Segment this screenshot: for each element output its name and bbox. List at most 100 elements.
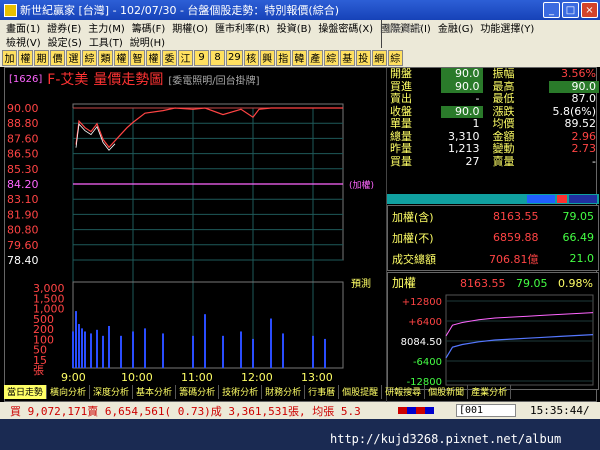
toolbar-button-12[interactable]: 9	[194, 49, 209, 66]
time-tick-label: 12:00	[241, 371, 273, 384]
index-value: 8163.55	[493, 210, 539, 223]
minimize-button[interactable]: _	[543, 2, 560, 18]
stock-desc-link[interactable]: [委電照明/回台掛牌]	[168, 72, 259, 87]
menu2-item-0[interactable]: 檢視(V)	[6, 34, 41, 49]
toolbar-button-24[interactable]: 綜	[387, 49, 403, 66]
toolbar-button-19[interactable]: 產	[307, 49, 323, 66]
toolbar-button-6[interactable]: 類	[98, 49, 113, 66]
menu-row-1: 畫面(1) 證券(E) 主力(M) 籌碼(F) 期權(O) 匯市利率(R) 投資(B) 操盤密…	[0, 20, 600, 355]
chart-header: [1626] F-艾美 量價走勢圖 [委電照明/回台掛牌]	[5, 68, 260, 90]
menu-item-7[interactable]: 操盤密碼(X)	[318, 20, 373, 35]
tab-6[interactable]: 財務分析	[262, 385, 306, 399]
quote-value: 3.56%	[561, 67, 596, 81]
menu-item-5[interactable]: 匯市利率(R)	[215, 20, 270, 35]
price-tick-label: 78.40	[7, 254, 39, 267]
quote-label: 單量	[390, 117, 412, 131]
toolbar-button-20[interactable]: 綜	[323, 49, 339, 66]
tab-5[interactable]: 技術分析	[219, 385, 263, 399]
quote-row: 開盤 90.0 振幅 3.56%	[387, 68, 599, 81]
price-tick-label: 83.10	[7, 193, 39, 206]
quote-label: 昨量	[390, 142, 412, 156]
bottom-tabs: 當日走勢 橫向分析 深度分析 基本分析 籌碼分析 技術分析 財務分析 行事曆 個股提醒 研報搜尋個…	[4, 385, 597, 399]
toolbar-button-14[interactable]: 29	[226, 49, 243, 66]
menu2-item-3[interactable]: 說明(H)	[130, 34, 165, 49]
tab-8[interactable]: 個股提醒	[339, 385, 383, 399]
mini-index-line	[445, 334, 594, 359]
toolbar-button-10[interactable]: 委	[162, 49, 177, 66]
time-tick-label: 10:00	[121, 371, 153, 384]
toolbar-button-15[interactable]: 核	[243, 49, 259, 66]
tab-9[interactable]: 研報搜尋	[382, 385, 426, 399]
tab-7[interactable]: 行事曆	[305, 385, 340, 399]
stock-code-input[interactable]: [001	[456, 404, 516, 417]
menu-item-0[interactable]: 畫面(1)	[6, 20, 40, 35]
toolbar-button-5[interactable]: 綜	[82, 49, 97, 66]
maximize-button[interactable]: □	[562, 2, 579, 18]
toolbar-button-17[interactable]: 指	[275, 49, 291, 66]
quote-label: 振幅	[492, 67, 515, 81]
quote-table: 開盤 90.0 振幅 3.56% 買進 90.0 最高 90.0 賣出 - 最低 87.0 收盤 90.0…	[387, 68, 599, 168]
quote-label: 最低	[492, 92, 515, 106]
title-bar: 新世紀贏家 [台灣] - 102/07/30 - 台盤個股走勢：特別報價(綜合)…	[0, 0, 600, 20]
menu-item-6[interactable]: 投資(B)	[277, 20, 312, 35]
mini-chart-change: 79.05	[516, 277, 548, 290]
toolbar-button-8[interactable]: 智	[130, 49, 145, 66]
toolbar-button-11[interactable]: 江	[178, 49, 193, 66]
toolbar-button-2[interactable]: 期	[34, 49, 49, 66]
toolbar-button-9[interactable]: 權	[146, 49, 161, 66]
tab-3[interactable]: 基本分析	[133, 385, 177, 399]
tab-4[interactable]: 籌碼分析	[176, 385, 220, 399]
toolbar-button-7[interactable]: 權	[114, 49, 129, 66]
tab-0[interactable]: 當日走勢	[4, 385, 48, 399]
index-change: 21.0	[569, 252, 595, 265]
watermark-url: http://kujd3268.pixnet.net/album	[330, 432, 562, 446]
toolbar-button-21[interactable]: 基	[339, 49, 355, 66]
volume-tick-label: 張	[33, 364, 44, 377]
quote-label: 買量	[390, 154, 412, 168]
quote-value: 3,310	[448, 129, 480, 143]
quote-label: 收盤	[390, 104, 412, 118]
quote-value: -	[475, 92, 480, 106]
index-label: 加權(不)	[392, 231, 434, 245]
toolbar-button-16[interactable]: 興	[259, 49, 275, 66]
tab-11[interactable]: 產業分析	[468, 385, 512, 399]
reference-label: (加權)	[349, 179, 374, 191]
mini-tick-label: +12800	[402, 297, 442, 308]
toolbar-button-22[interactable]: 投	[355, 49, 371, 66]
mini-chart-svg: 加權 8163.55 79.05 0.98% +12800 +6400 8084.50 -64…	[392, 276, 594, 388]
price-tick-label: 87.60	[7, 132, 39, 145]
index-row: 加權(含) 8163.55 79.05	[388, 206, 598, 227]
quote-value: 90.0	[549, 80, 599, 93]
index-value: 6859.88	[493, 231, 539, 244]
quote-row: 買量 27 賣量 -	[387, 154, 599, 169]
index-row: 成交總額 706.81億 21.0	[388, 248, 598, 269]
menu-item-1[interactable]: 證券(E)	[47, 20, 81, 35]
toolbar-button-4[interactable]: 選	[66, 49, 81, 66]
quote-label: 均價	[492, 117, 515, 131]
price-tick-label: 81.90	[7, 208, 39, 221]
tab-10[interactable]: 個股新聞	[425, 385, 469, 399]
mini-tick-label: +6400	[408, 317, 442, 328]
toolbar-button-18[interactable]: 韓	[291, 49, 307, 66]
toolbar-button-1[interactable]: 權	[18, 49, 33, 66]
clock: 15:35:44/	[530, 404, 590, 417]
quote-value: 1	[472, 117, 480, 131]
tab-2[interactable]: 深度分析	[90, 385, 134, 399]
toolbar-button-23[interactable]: 網	[371, 49, 387, 66]
toolbar-button-3[interactable]: 價	[50, 49, 65, 66]
menu-item-2[interactable]: 主力(M)	[88, 20, 124, 35]
chart-panel: 90.00 88.80 87.60 86.50 85.30 84.20 83.10 81.90…	[4, 67, 599, 403]
index-change: 66.49	[562, 231, 595, 244]
mini-ref-line	[445, 312, 594, 337]
tab-1[interactable]: 橫向分析	[47, 385, 91, 399]
price-tick-label: 84.20	[7, 178, 39, 191]
close-button[interactable]: ×	[581, 2, 598, 18]
menu2-item-1[interactable]: 設定(S)	[48, 34, 82, 49]
toolbar-button-13[interactable]: 8	[210, 49, 225, 66]
toolbar-button-0[interactable]: 加	[2, 49, 17, 66]
quote-value: 2.73	[571, 142, 597, 156]
menu-item-4[interactable]: 期權(O)	[172, 20, 208, 35]
menu2-item-2[interactable]: 工具(T)	[89, 34, 123, 49]
quote-value: 87.0	[571, 92, 597, 106]
menu-item-3[interactable]: 籌碼(F)	[132, 20, 166, 35]
